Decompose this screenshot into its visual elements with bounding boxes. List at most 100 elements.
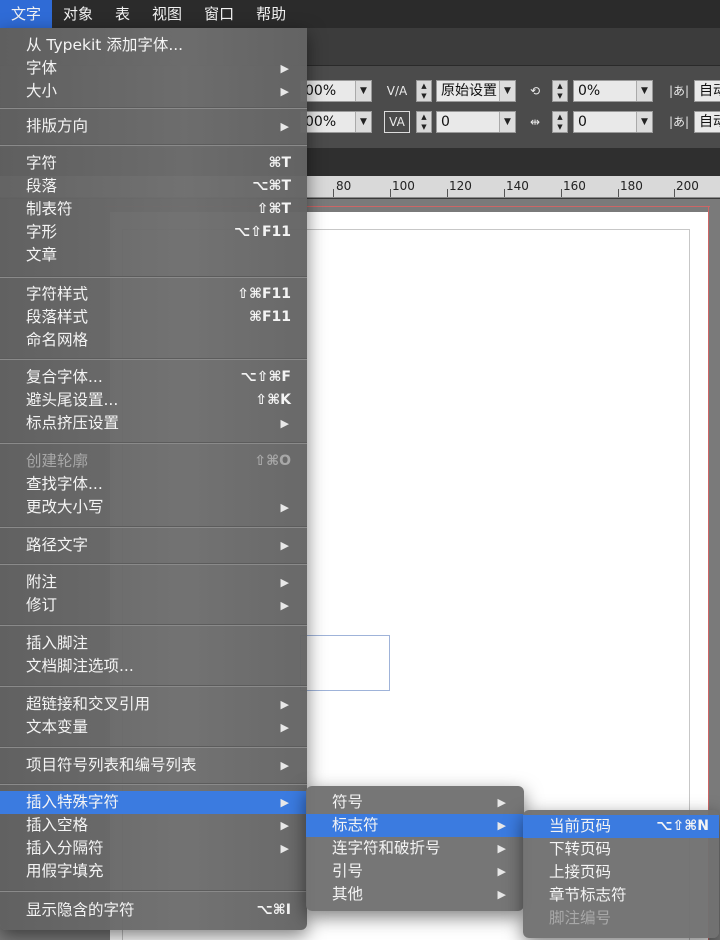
menu-item-label: 从 Typekit 添加字体... — [26, 36, 184, 54]
type-menu-item[interactable]: 大小 ▶ — [0, 80, 307, 103]
submenu-arrow-icon: ▶ — [280, 576, 289, 589]
marker-menu-item: 脚注编号 — [523, 907, 719, 930]
tracking-stepper[interactable]: ▲ ▼ — [416, 111, 432, 133]
auto-field-2[interactable]: 自动 — [694, 111, 720, 133]
type-menu-item[interactable]: 路径文字 ▶ — [0, 534, 307, 557]
special-char-menu-item[interactable]: 其他 ▶ — [306, 883, 524, 906]
submenu-arrow-icon: ▶ — [497, 888, 506, 901]
type-menu-item[interactable]: 段落样式 ⌘F11 — [0, 306, 307, 329]
marker-menu-item[interactable]: 上接页码 — [523, 861, 719, 884]
marker-menu-item[interactable]: 下转页码 — [523, 838, 719, 861]
type-menu-item[interactable]: 排版方向 ▶ — [0, 115, 307, 138]
menu-item-label: 连字符和破折号 — [332, 839, 441, 857]
mojikumi-icon: |あ| — [668, 115, 690, 129]
menu-item-label: 章节标志符 — [549, 886, 627, 904]
tracking-value: 0 — [441, 114, 450, 130]
menu-table[interactable]: 表 — [104, 0, 141, 28]
ruler-label: 140 — [506, 179, 529, 193]
menu-separator — [0, 442, 307, 444]
type-menu-item[interactable]: 避头尾设置... ⇧⌘K — [0, 389, 307, 412]
chevron-down-icon[interactable]: ▼ — [499, 81, 515, 101]
type-menu-item[interactable]: 更改大小写 ▶ — [0, 496, 307, 519]
marker-menu-item[interactable]: 章节标志符 — [523, 884, 719, 907]
rotation-field[interactable]: 0% ▼ — [573, 80, 653, 102]
menu-separator — [0, 783, 307, 785]
menu-separator — [0, 563, 307, 565]
spacing-stepper[interactable]: ▲ ▼ — [552, 111, 568, 133]
spacing-field[interactable]: 0 ▼ — [573, 111, 653, 133]
submenu-arrow-icon: ▶ — [280, 721, 289, 734]
type-menu-item[interactable]: 项目符号列表和编号列表 ▶ — [0, 754, 307, 777]
menu-object[interactable]: 对象 — [52, 0, 104, 28]
ruler-label: 200 — [676, 179, 699, 193]
menu-item-label: 字符样式 — [26, 285, 89, 303]
chevron-down-icon[interactable]: ▼ — [355, 81, 371, 101]
special-char-menu-item[interactable]: 引号 ▶ — [306, 860, 524, 883]
menu-item-label: 插入脚注 — [26, 634, 89, 652]
type-menu-item[interactable]: 制表符 ⇧⌘T — [0, 198, 307, 221]
auto-tcy-icon: |あ| — [668, 84, 690, 98]
submenu-arrow-icon: ▶ — [280, 120, 289, 133]
menu-window[interactable]: 窗口 — [193, 0, 245, 28]
type-menu-item[interactable]: 字体 ▶ — [0, 57, 307, 80]
rotation-value: 0% — [578, 83, 601, 99]
menu-separator — [0, 746, 307, 748]
vertical-scale-field[interactable]: 00% ▼ — [300, 111, 372, 133]
menu-item-label: 标志符 — [332, 816, 379, 834]
text-frame[interactable] — [300, 635, 390, 691]
type-menu-item[interactable]: 字符样式 ⇧⌘F11 — [0, 283, 307, 306]
type-menu-item[interactable]: 字符 ⌘T — [0, 152, 307, 175]
kerning-value: 原始设置 — [441, 83, 497, 99]
menu-separator — [0, 685, 307, 687]
menu-view[interactable]: 视图 — [141, 0, 193, 28]
chevron-down-icon[interactable]: ▼ — [499, 112, 515, 132]
menu-item-label: 修订 — [26, 596, 58, 614]
menu-type[interactable]: 文字 — [0, 0, 53, 28]
menu-item-label: 大小 — [26, 82, 58, 100]
rotation-stepper[interactable]: ▲ ▼ — [552, 80, 568, 102]
spacing-value: 0 — [578, 114, 587, 130]
menu-item-shortcut: ⇧⌘F11 — [237, 286, 291, 302]
type-menu-item[interactable]: 文档脚注选项... — [0, 655, 307, 678]
type-menu-item[interactable]: 文章 — [0, 244, 307, 267]
special-char-menu-item[interactable]: 符号 ▶ — [306, 791, 524, 814]
type-menu-item[interactable]: 从 Typekit 添加字体... — [0, 34, 307, 57]
kerning-field[interactable]: 原始设置 ▼ — [436, 80, 516, 102]
submenu-arrow-icon: ▶ — [280, 417, 289, 430]
type-menu-item[interactable]: 插入分隔符 ▶ — [0, 837, 307, 860]
menu-separator — [0, 526, 307, 528]
type-menu-item[interactable]: 标点挤压设置 ▶ — [0, 412, 307, 435]
special-char-menu-item[interactable]: 标志符 ▶ — [306, 814, 524, 837]
type-menu-item[interactable]: 插入脚注 — [0, 632, 307, 655]
type-menu-item[interactable]: 修订 ▶ — [0, 594, 307, 617]
type-menu-item[interactable]: 字形 ⌥⇧F11 — [0, 221, 307, 244]
menu-item-label: 段落样式 — [26, 308, 89, 326]
auto-field[interactable]: 自动 — [694, 80, 720, 102]
type-menu-item[interactable]: 显示隐含的字符 ⌥⌘I — [0, 899, 307, 922]
character-rotation-icon: ⟲ — [529, 84, 541, 98]
type-menu-item[interactable]: 附注 ▶ — [0, 571, 307, 594]
tracking-field[interactable]: 0 ▼ — [436, 111, 516, 133]
special-char-menu-item[interactable]: 连字符和破折号 ▶ — [306, 837, 524, 860]
type-menu-item[interactable]: 用假字填充 — [0, 860, 307, 883]
chevron-down-icon[interactable]: ▼ — [355, 112, 371, 132]
chevron-down-icon[interactable]: ▼ — [636, 112, 652, 132]
type-menu-item[interactable]: 段落 ⌥⌘T — [0, 175, 307, 198]
type-menu-item[interactable]: 插入特殊字符 ▶ — [0, 791, 307, 814]
submenu-arrow-icon: ▶ — [280, 501, 289, 514]
type-menu-item[interactable]: 命名网格 — [0, 329, 307, 352]
chevron-down-icon[interactable]: ▼ — [636, 81, 652, 101]
submenu-arrow-icon: ▶ — [280, 759, 289, 772]
marker-menu-item[interactable]: 当前页码 ⌥⇧⌘N — [523, 815, 719, 838]
horizontal-scale-field[interactable]: 00% ▼ — [300, 80, 372, 102]
menu-help[interactable]: 帮助 — [245, 0, 297, 28]
type-menu-item[interactable]: 文本变量 ▶ — [0, 716, 307, 739]
type-menu-item[interactable]: 超链接和交叉引用 ▶ — [0, 693, 307, 716]
type-menu-item[interactable]: 复合字体... ⌥⇧⌘F — [0, 366, 307, 389]
character-spacing-icon: ⇹ — [529, 115, 541, 129]
kerning-stepper[interactable]: ▲ ▼ — [416, 80, 432, 102]
type-menu-item[interactable]: 查找字体... — [0, 473, 307, 496]
submenu-arrow-icon: ▶ — [280, 842, 289, 855]
menu-separator — [0, 624, 307, 626]
type-menu-item[interactable]: 插入空格 ▶ — [0, 814, 307, 837]
